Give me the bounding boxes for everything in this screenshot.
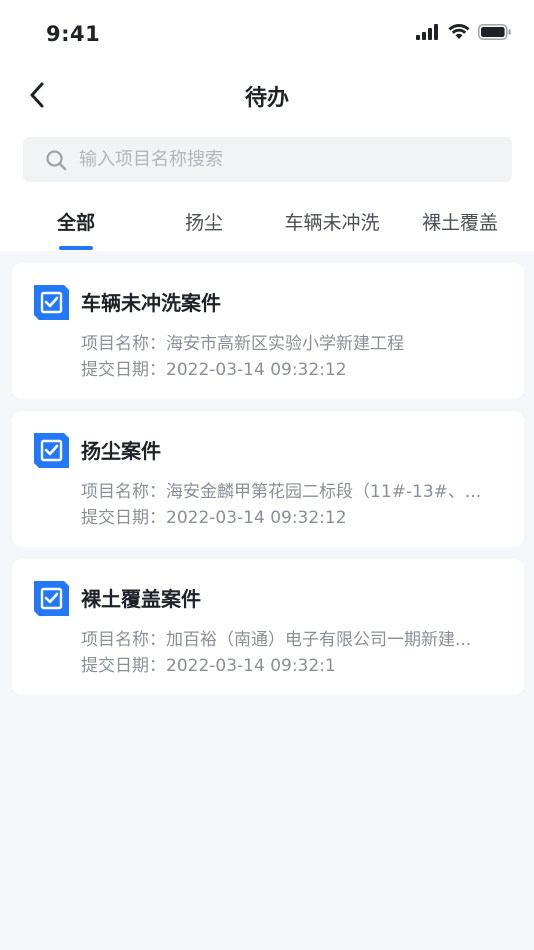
status-icons: [416, 24, 512, 40]
tab-bare-soil-cover[interactable]: 裸土覆盖: [390, 208, 530, 235]
tab-dust[interactable]: 扬尘: [134, 208, 274, 235]
case-title: 裸土覆盖案件: [81, 587, 201, 611]
tab-bar: 全部 扬尘 车辆未冲洗 裸土覆盖: [0, 200, 534, 251]
search-bar[interactable]: [23, 137, 512, 182]
navigation-bar: 待办: [0, 70, 534, 120]
case-project-name: 项目名称：海安市高新区实验小学新建工程: [81, 334, 404, 354]
case-project-name: 项目名称：海安金麟甲第花园二标段（11#-13#、...: [81, 482, 482, 502]
battery-icon: [478, 24, 511, 40]
status-time: 9:41: [46, 22, 101, 46]
case-title: 扬尘案件: [81, 439, 161, 463]
header-area: 9:41 待办 输入项目名称搜索 全部 扬尘 车辆未冲洗 裸土覆盖: [0, 0, 534, 251]
status-bar: 9:41: [0, 0, 534, 70]
active-tab-indicator: [59, 246, 93, 250]
case-card[interactable]: 裸土覆盖案件 项目名称：加百裕（南通）电子有限公司一期新建... 提交日期：20…: [12, 559, 524, 695]
case-project-name: 项目名称：加百裕（南通）电子有限公司一期新建...: [81, 630, 472, 650]
case-submit-date: 提交日期：2022-03-14 09:32:12: [81, 508, 347, 528]
checklist-icon: [34, 433, 69, 468]
tab-all[interactable]: 全部: [6, 208, 146, 235]
page-title: 待办: [244, 86, 289, 111]
case-card[interactable]: 扬尘案件 项目名称：海安金麟甲第花园二标段（11#-13#、... 提交日期：2…: [12, 411, 524, 547]
tab-vehicle-unwashed[interactable]: 车辆未冲洗: [262, 208, 402, 235]
search-icon: [46, 149, 67, 170]
case-title: 车辆未冲洗案件: [81, 291, 221, 315]
case-list: 车辆未冲洗案件 项目名称：海安市高新区实验小学新建工程 提交日期：2022-03…: [12, 263, 524, 707]
checklist-icon: [34, 581, 69, 616]
search-input[interactable]: [79, 149, 479, 170]
case-submit-date: 提交日期：2022-03-14 09:32:12: [81, 360, 347, 380]
case-submit-date: 提交日期：2022-03-14 09:32:1: [81, 656, 336, 676]
checklist-icon: [34, 285, 69, 320]
case-card[interactable]: 车辆未冲洗案件 项目名称：海安市高新区实验小学新建工程 提交日期：2022-03…: [12, 263, 524, 399]
signal-icon: [416, 24, 438, 40]
wifi-icon: [448, 24, 470, 39]
